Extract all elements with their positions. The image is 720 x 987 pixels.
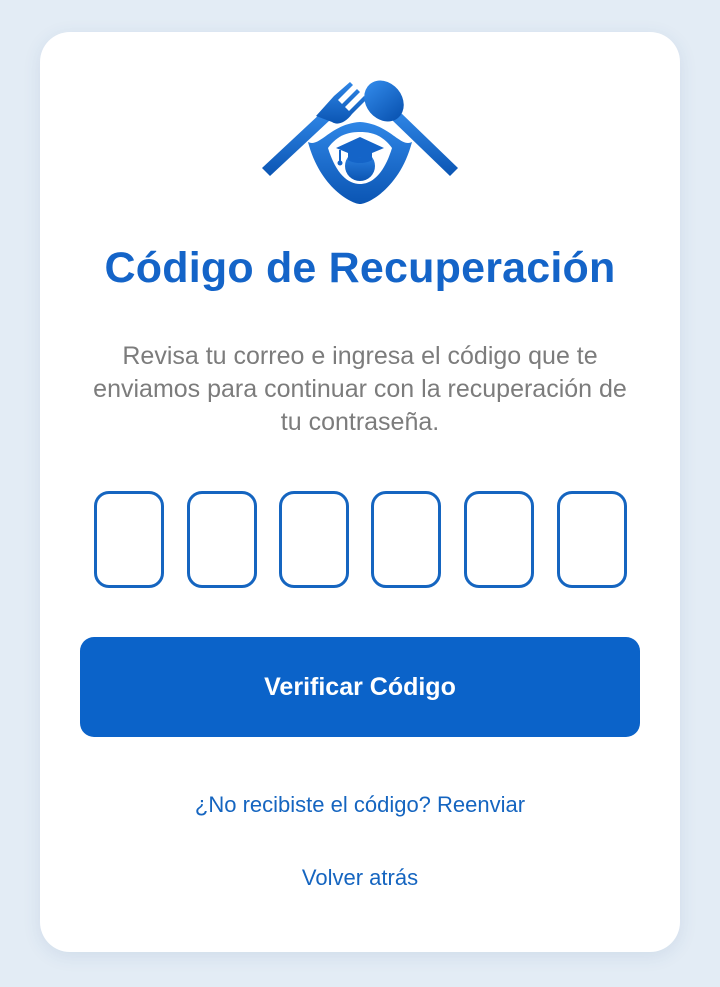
code-digit-6[interactable] (557, 491, 627, 588)
code-digit-4[interactable] (371, 491, 441, 588)
recovery-card: Código de Recuperación Revisa tu correo … (40, 32, 680, 952)
code-digit-3[interactable] (279, 491, 349, 588)
instructions-text: Revisa tu correo e ingresa el código que… (93, 342, 627, 436)
page-title: Código de Recuperación (104, 244, 616, 292)
go-back-link[interactable]: Volver atrás (40, 863, 680, 893)
code-digit-2[interactable] (187, 491, 257, 588)
fork-spoon-graduate-logo-icon (260, 76, 460, 206)
verify-code-button[interactable]: Verificar Código (80, 637, 640, 737)
code-input-row (94, 491, 628, 588)
code-digit-5[interactable] (464, 491, 534, 588)
code-digit-1[interactable] (94, 491, 164, 588)
resend-code-link[interactable]: ¿No recibiste el código? Reenviar (40, 790, 680, 820)
